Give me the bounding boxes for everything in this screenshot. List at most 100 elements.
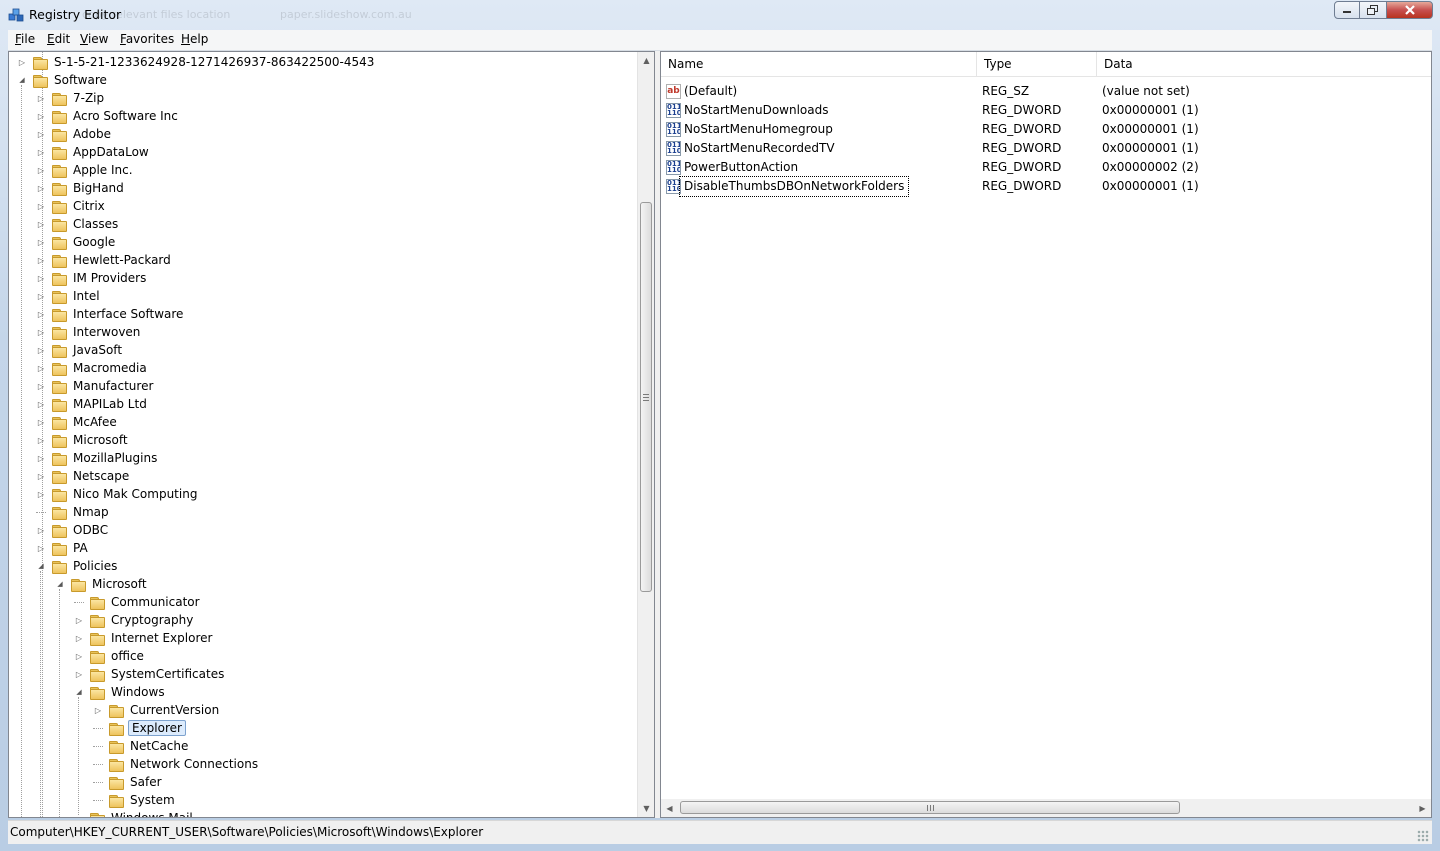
scroll-up-arrow-icon[interactable]: ▲ (638, 52, 654, 69)
value-row[interactable]: ab (Default) REG_SZ (value not set) (661, 82, 1431, 101)
resize-grip-icon[interactable] (1417, 830, 1429, 842)
tree-node[interactable]: Network Connections (93, 755, 260, 773)
tree-node[interactable]: ▷ Adobe (36, 125, 113, 143)
scroll-left-arrow-icon[interactable]: ◀ (661, 799, 678, 817)
tree-node[interactable]: ▷ Microsoft (36, 431, 130, 449)
menu-favorites[interactable]: Favorites (120, 32, 174, 46)
collapse-arrow-icon[interactable]: ◢ (36, 561, 46, 571)
tree-node[interactable]: ▷ McAfee (36, 413, 119, 431)
tree-node[interactable]: ▷ Apple Inc. (36, 161, 135, 179)
expand-arrow-icon[interactable]: ▷ (36, 309, 46, 319)
value-row[interactable]: 011 110 PowerButtonAction REG_DWORD 0x000000… (661, 158, 1431, 177)
value-row[interactable]: 011 110 NoStartMenuDownloads REG_DWORD 0x000… (661, 101, 1431, 120)
tree-node[interactable]: ▷ Internet Explorer (74, 629, 214, 647)
expand-arrow-icon[interactable]: ▷ (36, 489, 46, 499)
tree-vertical-scrollbar[interactable]: ▲ ▼ (637, 52, 654, 817)
tree-node[interactable]: Nmap (36, 503, 111, 521)
tree-node[interactable]: ▷ BigHand (36, 179, 126, 197)
expand-arrow-icon[interactable]: ▷ (36, 345, 46, 355)
collapse-arrow-icon[interactable]: ◢ (17, 75, 27, 85)
scroll-right-arrow-icon[interactable]: ▶ (1414, 799, 1431, 817)
expand-arrow-icon[interactable]: ▷ (36, 291, 46, 301)
expand-arrow-icon[interactable]: ▷ (74, 669, 84, 679)
menu-view[interactable]: View (80, 32, 108, 46)
expand-arrow-icon[interactable]: ▷ (36, 435, 46, 445)
tree-node[interactable]: ▷ Interface Software (36, 305, 185, 323)
expand-arrow-icon[interactable]: ▷ (93, 705, 103, 715)
expand-arrow-icon[interactable]: ▷ (36, 147, 46, 157)
tree-node[interactable]: System (93, 791, 177, 809)
expand-arrow-icon[interactable]: ▷ (74, 615, 84, 625)
expand-arrow-icon[interactable]: ▷ (74, 651, 84, 661)
menu-file[interactable]: File (15, 32, 35, 46)
tree-node[interactable]: ▷ MAPILab Ltd (36, 395, 149, 413)
menu-help[interactable]: Help (181, 32, 208, 46)
key-tree-pane[interactable]: ▷ S-1-5-21-1233624928-1271426937-86342250… (8, 51, 655, 818)
tree-node[interactable]: ▷ Interwoven (36, 323, 142, 341)
tree-node[interactable]: ▷ Classes (36, 215, 120, 233)
tree-node[interactable]: ▷ JavaSoft (36, 341, 124, 359)
tree-node[interactable]: Communicator (74, 593, 202, 611)
tree-node[interactable]: Windows Mail (74, 809, 195, 817)
tree-node[interactable]: ▷ Hewlett-Packard (36, 251, 173, 269)
expand-arrow-icon[interactable]: ▷ (36, 471, 46, 481)
list-scroll-thumb[interactable] (680, 801, 1180, 814)
expand-arrow-icon[interactable]: ▷ (36, 201, 46, 211)
list-horizontal-scrollbar[interactable]: ◀ ▶ (661, 799, 1431, 817)
tree-node[interactable]: ▷ CurrentVersion (93, 701, 221, 719)
tree-node[interactable]: Explorer (93, 719, 186, 737)
tree-node[interactable]: ▷ S-1-5-21-1233624928-1271426937-86342250… (17, 53, 376, 71)
tree-node[interactable]: ▷ Macromedia (36, 359, 149, 377)
column-header-type[interactable]: Type (977, 52, 1097, 76)
tree-scroll-thumb[interactable] (640, 202, 652, 592)
expand-arrow-icon[interactable]: ▷ (36, 183, 46, 193)
tree-node[interactable]: ▷ Citrix (36, 197, 107, 215)
column-header-data[interactable]: Data (1097, 52, 1431, 76)
expand-arrow-icon[interactable]: ▷ (74, 633, 84, 643)
expand-arrow-icon[interactable]: ▷ (36, 525, 46, 535)
tree-node[interactable]: ◢ Software (17, 71, 109, 89)
value-row[interactable]: 011 110 NoStartMenuHomegroup REG_DWORD 0x000… (661, 120, 1431, 139)
collapse-arrow-icon[interactable]: ◢ (74, 687, 84, 697)
tree-node[interactable]: ▷ Netscape (36, 467, 131, 485)
collapse-arrow-icon[interactable]: ◢ (55, 579, 65, 589)
tree-node[interactable]: ▷ ODBC (36, 521, 110, 539)
expand-arrow-icon[interactable]: ▷ (36, 417, 46, 427)
expand-arrow-icon[interactable]: ▷ (36, 363, 46, 373)
expand-arrow-icon[interactable]: ▷ (36, 543, 46, 553)
tree-node[interactable]: NetCache (93, 737, 190, 755)
tree-node[interactable]: ▷ Nico Mak Computing (36, 485, 199, 503)
expand-arrow-icon[interactable]: ▷ (36, 93, 46, 103)
tree-node[interactable]: ▷ MozillaPlugins (36, 449, 159, 467)
expand-arrow-icon[interactable]: ▷ (36, 219, 46, 229)
expand-arrow-icon[interactable]: ▷ (36, 237, 46, 247)
tree-node[interactable]: ▷ IM Providers (36, 269, 148, 287)
values-list-pane[interactable]: Name Type Data ab (Default) REG_SZ (value n… (660, 51, 1432, 818)
expand-arrow-icon[interactable]: ▷ (36, 381, 46, 391)
expand-arrow-icon[interactable]: ▷ (36, 111, 46, 121)
tree-node[interactable]: ◢ Policies (36, 557, 119, 575)
menu-edit[interactable]: Edit (47, 32, 70, 46)
expand-arrow-icon[interactable]: ▷ (36, 165, 46, 175)
tree-node[interactable]: Safer (93, 773, 164, 791)
expand-arrow-icon[interactable]: ▷ (36, 453, 46, 463)
value-row[interactable]: 011 110 NoStartMenuRecordedTV REG_DWORD 0x00… (661, 139, 1431, 158)
tree-node[interactable]: ▷ PA (36, 539, 90, 557)
expand-arrow-icon[interactable]: ▷ (36, 399, 46, 409)
scroll-down-arrow-icon[interactable]: ▼ (638, 800, 654, 817)
maximize-button[interactable] (1360, 1, 1386, 19)
close-button[interactable] (1386, 1, 1433, 19)
tree-node[interactable]: ▷ Cryptography (74, 611, 195, 629)
tree-node[interactable]: ▷ SystemCertificates (74, 665, 226, 683)
column-header-name[interactable]: Name (661, 52, 977, 76)
minimize-button[interactable] (1334, 1, 1360, 19)
expand-arrow-icon[interactable]: ▷ (36, 255, 46, 265)
tree-node[interactable]: ◢ Microsoft (55, 575, 149, 593)
expand-arrow-icon[interactable]: ▷ (36, 327, 46, 337)
tree-node[interactable]: ▷ Manufacturer (36, 377, 155, 395)
tree-node[interactable]: ▷ AppDataLow (36, 143, 151, 161)
value-row[interactable]: 011 110 DisableThumbsDBOnNetworkFolders REG… (661, 176, 1431, 197)
expand-arrow-icon[interactable]: ▷ (36, 129, 46, 139)
title-bar[interactable]: Registry Editor copy relevant files loca… (0, 0, 1440, 30)
tree-node[interactable]: ▷ Google (36, 233, 117, 251)
